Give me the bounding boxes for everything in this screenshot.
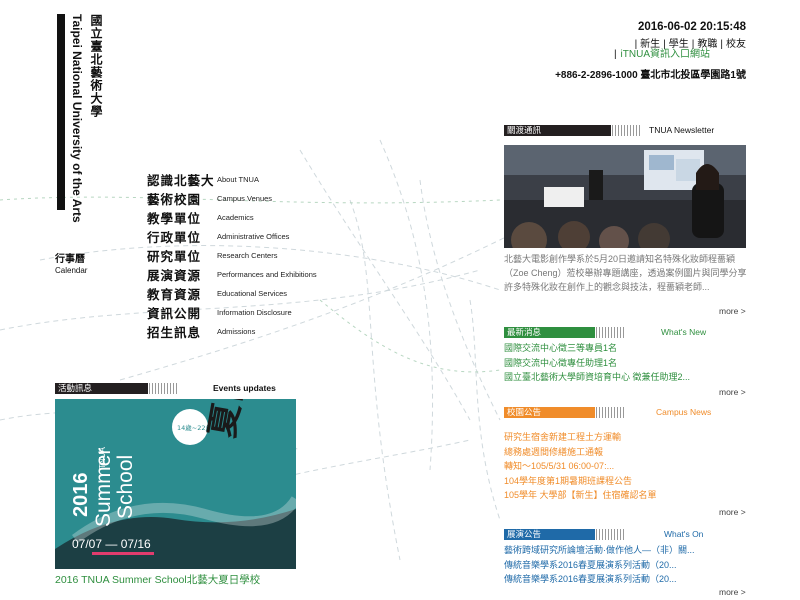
list-item[interactable]: 105學年 大學部【新生】住宿確認名單 xyxy=(504,488,657,503)
contact-address: +886-2-2896-1000 臺北市北投區學園路1號 xyxy=(555,70,746,81)
list-item[interactable]: 總務處週間修繕施工通報 xyxy=(504,445,657,460)
list-item[interactable]: 國立臺北藝術大學師資培育中心 徵兼任助理2... xyxy=(504,370,690,385)
events-caption-link[interactable]: 2016 TNUA Summer School北藝大夏日學校 xyxy=(55,572,260,587)
campus-news-title-en: Campus News xyxy=(656,407,712,417)
nav-item-research[interactable]: 研究單位 Research Centers xyxy=(147,246,317,265)
whats-new-title-zh: 最新消息 xyxy=(504,327,595,338)
whats-on-title-en: What's On xyxy=(664,529,704,539)
calendar-link[interactable]: 行事曆 Calendar xyxy=(55,250,87,275)
portal-link-label: iTNUA資訊入口網站 xyxy=(620,49,710,60)
newsletter-title-en: TNUA Newsletter xyxy=(649,125,715,135)
whats-on-title-zh: 展演公告 xyxy=(504,529,595,540)
nav-label-zh: 教育資源 xyxy=(147,287,202,302)
nav-label-en: Research Centers xyxy=(217,251,278,260)
poster-line1: Summer xyxy=(92,448,115,527)
nav-item-about[interactable]: 認識北藝大 About TNUA xyxy=(147,170,317,189)
events-header: 活動訊息 Events updates xyxy=(55,383,296,394)
logo-bar xyxy=(57,14,65,210)
nav-label-en: Administrative Offices xyxy=(217,232,290,241)
main-nav: 認識北藝大 About TNUA 藝術校園 Campus Venues 教學單位 Ac… xyxy=(147,170,317,341)
campus-news-more-link[interactable]: more > xyxy=(719,507,746,517)
nav-label-en: Admissions xyxy=(217,327,256,336)
nav-label-zh: 展演資源 xyxy=(147,268,202,283)
nav-label-en: Campus Venues xyxy=(217,194,273,203)
lecture-photo-illustration xyxy=(504,145,746,248)
newsletter-title-zh: 關渡通訊 xyxy=(504,125,611,136)
whats-on-more-link[interactable]: more > xyxy=(719,587,746,597)
summer-school-poster[interactable]: 2016 TNUA Summer School 14歲~22歲 夏日學校 07/… xyxy=(55,399,296,569)
nav-label-zh: 藝術校園 xyxy=(147,192,202,207)
logo-name-en[interactable]: Taipei National University of the Arts xyxy=(70,14,84,223)
portal-link[interactable]: | iTNUA資訊入口網站 xyxy=(614,45,710,60)
poster-artwork: 2016 TNUA Summer School 14歲~22歲 夏日學校 07/… xyxy=(55,399,296,569)
datetime-display: 2016-06-02 20:15:48 xyxy=(637,21,746,33)
nav-label-zh: 招生訊息 xyxy=(147,325,202,340)
header-hatch xyxy=(596,529,626,540)
nav-label-zh: 研究單位 xyxy=(147,249,202,264)
header-hatch xyxy=(596,327,626,338)
header-hatch xyxy=(596,407,626,418)
link-alumni[interactable]: 校友 xyxy=(726,39,746,50)
header-hatch xyxy=(149,383,179,394)
poster-year: 2016 xyxy=(70,473,92,518)
nav-label-en: About TNUA xyxy=(217,175,259,184)
newsletter-summary: 北藝大電影創作學系於5月20日邀請知名特殊化妝師程薔穎（Zoe Cheng）蒞校… xyxy=(504,254,747,292)
list-item[interactable]: 國際交流中心徵三等專員1名 xyxy=(504,341,690,356)
campus-news-list: 研究生宿舍新建工程土方運輸 總務處週間修繕施工通報 轉知～105/5/31 06… xyxy=(504,430,657,503)
nav-item-administrative[interactable]: 行政單位 Administrative Offices xyxy=(147,227,317,246)
nav-label-zh: 認識北藝大 xyxy=(147,173,215,188)
nav-item-educational[interactable]: 教育資源 Educational Services xyxy=(147,284,317,303)
list-item[interactable]: 104學年度第1期暑期班課程公告 xyxy=(504,474,657,489)
nav-label-en: Academics xyxy=(217,213,254,222)
list-item[interactable]: 轉知～105/5/31 06:00-07:... xyxy=(504,459,657,474)
nav-label-zh: 行政單位 xyxy=(147,230,202,245)
header-hatch xyxy=(612,125,642,136)
logo-name-zh[interactable]: 國立臺北藝術大學 xyxy=(88,14,105,118)
nav-item-performances[interactable]: 展演資源 Performances and Exhibitions xyxy=(147,265,317,284)
whats-on-list: 藝術跨域研究所論壇活動·做作他人—（非）關... 傳統音樂學系2016春夏展演系… xyxy=(504,543,695,587)
nav-label-en: Information Disclosure xyxy=(217,308,292,317)
newsletter-photo[interactable] xyxy=(504,145,746,248)
whats-new-title-en: What's New xyxy=(661,327,707,337)
campus-news-title-zh: 校園公告 xyxy=(504,407,595,418)
nav-item-campus-venues[interactable]: 藝術校園 Campus Venues xyxy=(147,189,317,208)
newsletter-header: 關渡通訊 TNUA Newsletter xyxy=(504,125,748,136)
nav-item-disclosure[interactable]: 資訊公開 Information Disclosure xyxy=(147,303,317,322)
nav-item-admissions[interactable]: 招生訊息 Admissions xyxy=(147,322,317,341)
list-item[interactable]: 傳統音樂學系2016春夏展演系列活動（20... xyxy=(504,572,695,587)
nav-label-en: Educational Services xyxy=(217,289,288,298)
list-item[interactable]: 藝術跨域研究所論壇活動·做作他人—（非）關... xyxy=(504,543,695,558)
nav-label-zh: 教學單位 xyxy=(147,211,202,226)
nav-item-academics[interactable]: 教學單位 Academics xyxy=(147,208,317,227)
list-item[interactable]: 國際交流中心徵專任助理1名 xyxy=(504,356,690,371)
list-item[interactable]: 研究生宿舍新建工程土方運輸 xyxy=(504,430,657,445)
nav-label-en: Performances and Exhibitions xyxy=(217,270,317,279)
events-title-en: Events updates xyxy=(213,383,276,393)
events-title-zh: 活動訊息 xyxy=(55,383,148,394)
poster-line2: School xyxy=(114,455,137,519)
nav-label-zh: 資訊公開 xyxy=(147,306,202,321)
whats-new-header: 最新消息 What's New xyxy=(504,327,748,338)
poster-dates: 07/07 — 07/16 xyxy=(72,537,151,551)
calendar-label-en: Calendar xyxy=(55,266,88,275)
whats-on-header: 展演公告 What's On xyxy=(504,529,748,540)
whats-new-more-link[interactable]: more > xyxy=(719,387,746,397)
whats-new-list: 國際交流中心徵三等專員1名 國際交流中心徵專任助理1名 國立臺北藝術大學師資培育… xyxy=(504,341,690,385)
campus-news-header: 校園公告 Campus News xyxy=(504,407,748,418)
calendar-label-zh: 行事曆 xyxy=(55,254,85,265)
list-item[interactable]: 傳統音樂學系2016春夏展演系列活動（20... xyxy=(504,558,695,573)
newsletter-more-link[interactable]: more > xyxy=(719,306,746,316)
